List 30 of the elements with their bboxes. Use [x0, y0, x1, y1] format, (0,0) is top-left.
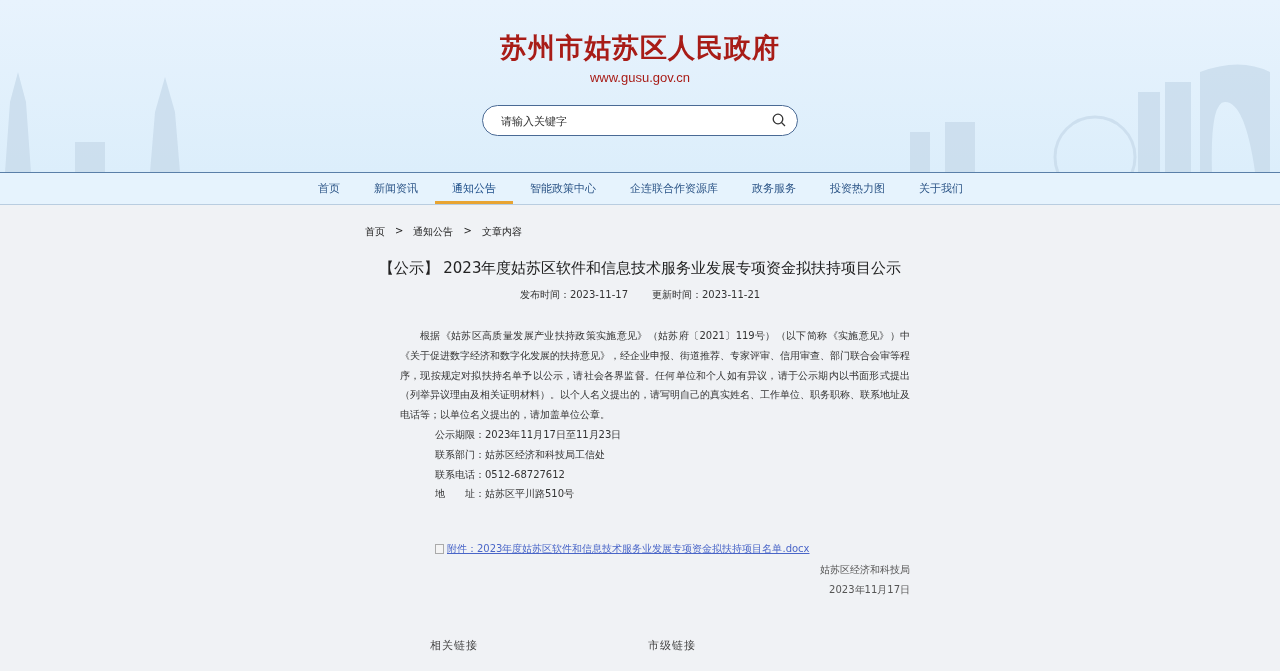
nav-tab[interactable]: 通知公告 [434, 173, 513, 204]
nav-tab[interactable]: 首页 [300, 173, 357, 204]
nav-tab[interactable]: 新闻资讯 [356, 173, 435, 204]
section-heading: 市级链接 [648, 638, 696, 654]
breadcrumb-separator: > [463, 225, 472, 238]
contact-detail: 联系电话：0512-68727612 [435, 467, 566, 482]
breadcrumb-link[interactable]: 首页 [365, 225, 385, 239]
publish-date: 发布时间：2023-11-17 [519, 288, 628, 302]
site-name: 苏州市姑苏区人民政府 [500, 31, 780, 65]
breadcrumb-link[interactable]: 通知公告 [413, 225, 454, 239]
contact-detail: 地 址：姑苏区平川路510号 [435, 487, 576, 502]
nav-tab[interactable]: 关于我们 [901, 173, 980, 204]
article-paragraph: 根据《姑苏区高质量发展产业扶持政策实施意见》（姑苏府〔2021〕119号）（以下简称《实施意见》）中《关于促进数字经济和数字化发展的扶持意见》，经企业申报、街道推荐、专家评审、信用审查、部门联合会审等程序，现按规定对拟扶持名单予以公示，请社会各界监督。任何单位和个人如有异议，请于公示期内以书面形式提出（列举异议理由及相关证明材料）。以个人名义提出的，请写明自己的真实姓名、工作单位、职务职称、联系地址及电话等；以单位名义提出的，请加盖单位公章。 [400, 329, 910, 423]
nav-tab[interactable]: 投资热力图 [812, 173, 902, 204]
search-field[interactable]: 请输入关键字 [482, 105, 798, 136]
signature-date: 2023年11月17日 [828, 583, 910, 598]
section-heading: 相关链接 [430, 638, 478, 654]
contact-detail: 公示期限：2023年11月17日至11月23日 [435, 428, 623, 442]
nav-tab[interactable]: 政务服务 [734, 173, 813, 204]
breadcrumb-separator: > [395, 225, 404, 238]
update-date: 更新时间：2023-11-21 [652, 288, 761, 302]
contact-detail: 联系部门：姑苏区经济和科技局工信处 [435, 447, 606, 462]
nav-tab[interactable]: 智能政策中心 [512, 173, 613, 204]
attachment-link[interactable]: 附件：2023年度姑苏区软件和信息技术服务业发展专项资金拟扶持项目名单.docx [447, 542, 810, 557]
file-icon [435, 544, 444, 555]
site-url: www.gusu.gov.cn [589, 70, 691, 85]
nav-tab[interactable]: 企连联合作资源库 [612, 173, 735, 204]
signature: 姑苏区经济和科技局 [819, 563, 910, 578]
search-icon[interactable] [772, 113, 786, 127]
article-title: 【公示】 2023年度姑苏区软件和信息技术服务业发展专项资金拟扶持项目公示 [377, 259, 903, 278]
